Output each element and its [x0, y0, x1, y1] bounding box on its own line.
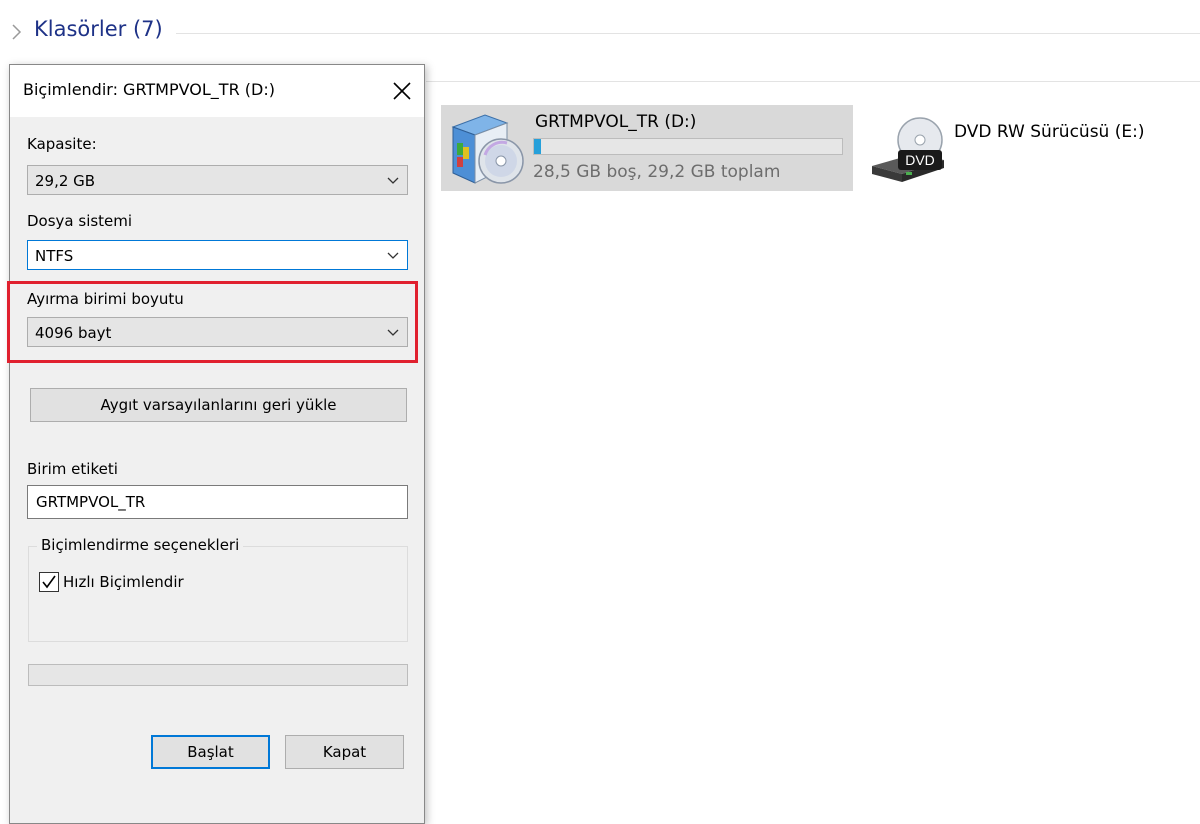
setup-disc-drive-icon — [451, 114, 524, 184]
format-progress-bar — [28, 664, 408, 686]
close-button[interactable]: Kapat — [285, 735, 404, 769]
dialog-titlebar[interactable]: Biçimlendir: GRTMPVOL_TR (D:) — [10, 65, 424, 117]
drive-item-e[interactable]: DVD DVD RW Sürücüsü (E:) — [866, 112, 1166, 192]
dvd-label-text: DVD — [905, 152, 935, 168]
file-system-value: NTFS — [35, 247, 74, 265]
chevron-down-icon — [387, 177, 399, 184]
drive-name: GRTMPVOL_TR (D:) — [535, 112, 697, 132]
quick-format-checkbox[interactable] — [39, 572, 59, 592]
chevron-right-icon[interactable] — [10, 23, 22, 41]
restore-defaults-label: Aygıt varsayılanlarını geri yükle — [100, 396, 337, 414]
dialog-title: Biçimlendir: GRTMPVOL_TR (D:) — [23, 80, 275, 99]
format-options-group: Biçimlendirme seçenekleri Hızlı Biçimlen… — [28, 536, 408, 642]
volume-label-value: GRTMPVOL_TR — [36, 493, 146, 511]
volume-label-input[interactable]: GRTMPVOL_TR — [27, 485, 408, 519]
close-icon[interactable] — [384, 73, 420, 109]
allocation-unit-value: 4096 bayt — [35, 324, 112, 342]
chevron-down-icon — [387, 252, 399, 259]
quick-format-label[interactable]: Hızlı Biçimlendir — [63, 573, 184, 591]
capacity-select[interactable]: 29,2 GB — [27, 165, 408, 195]
section-title: Klasörler (7) — [34, 17, 163, 41]
drive-name: DVD RW Sürücüsü (E:) — [954, 122, 1145, 142]
format-dialog: Biçimlendir: GRTMPVOL_TR (D:) Kapasite: … — [7, 64, 425, 824]
start-button-label: Başlat — [187, 743, 234, 761]
allocation-unit-select[interactable]: 4096 bayt — [27, 317, 408, 347]
allocation-unit-label: Ayırma birimi boyutu — [27, 290, 184, 308]
start-button[interactable]: Başlat — [151, 735, 270, 769]
section-divider — [176, 33, 1200, 34]
dvd-drive-icon: DVD — [872, 117, 944, 182]
capacity-value: 29,2 GB — [35, 172, 96, 190]
drive-space-text: 28,5 GB boş, 29,2 GB toplam — [533, 162, 781, 182]
section-header-folders[interactable]: Klasörler (7) — [10, 14, 1200, 50]
drive-item-d[interactable]: GRTMPVOL_TR (D:) 28,5 GB boş, 29,2 GB to… — [441, 105, 853, 191]
drive-usage-fill — [534, 139, 542, 154]
checkmark-icon — [42, 575, 56, 589]
volume-label-label: Birim etiketi — [27, 460, 118, 478]
file-system-select[interactable]: NTFS — [27, 240, 408, 270]
divider — [426, 81, 1200, 82]
capacity-label: Kapasite: — [27, 135, 97, 153]
restore-defaults-button[interactable]: Aygıt varsayılanlarını geri yükle — [30, 388, 407, 422]
file-system-label: Dosya sistemi — [27, 212, 133, 230]
chevron-down-icon — [387, 329, 399, 336]
drive-usage-bar — [533, 138, 843, 155]
format-options-legend: Biçimlendirme seçenekleri — [37, 536, 244, 554]
close-button-label: Kapat — [322, 743, 367, 761]
